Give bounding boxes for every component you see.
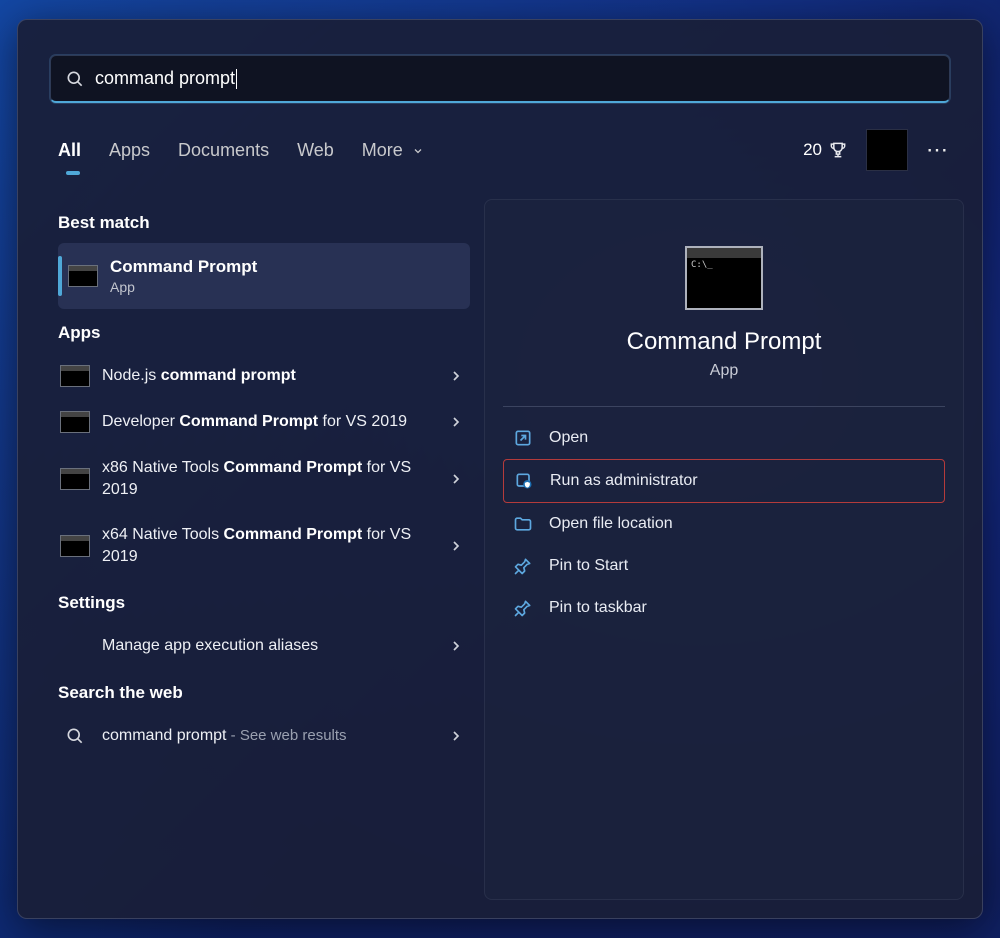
points-value: 20 — [803, 140, 822, 160]
search-icon — [60, 726, 90, 746]
chevron-right-icon — [448, 538, 464, 554]
tab-documents[interactable]: Documents — [178, 140, 269, 161]
action-run-administrator[interactable]: Run as administrator — [503, 459, 945, 503]
start-search-window: command prompt All Apps Documents Web Mo… — [17, 19, 983, 919]
app-result-label: x64 Native Tools Command Prompt for VS 2… — [102, 524, 448, 567]
cmd-icon — [60, 411, 90, 433]
filter-tabs: All Apps Documents Web More 20 ⋯ — [58, 129, 950, 171]
action-open-file-location[interactable]: Open file location — [503, 503, 945, 545]
app-result[interactable]: x64 Native Tools Command Prompt for VS 2… — [58, 512, 470, 579]
results-panel: Best match Command Prompt App Apps Node.… — [58, 199, 470, 900]
pin-icon — [513, 556, 533, 576]
action-pin-start-label: Pin to Start — [549, 557, 628, 575]
tab-web[interactable]: Web — [297, 140, 334, 161]
best-match-result[interactable]: Command Prompt App — [58, 243, 470, 309]
preview-subtitle: App — [503, 362, 945, 380]
tab-apps[interactable]: Apps — [109, 140, 150, 161]
chevron-down-icon — [412, 145, 424, 157]
shield-admin-icon — [514, 471, 534, 491]
search-query-text: command prompt — [95, 68, 235, 89]
web-result[interactable]: command prompt - See web results — [58, 713, 470, 759]
section-search-web: Search the web — [58, 683, 470, 703]
action-pin-to-taskbar[interactable]: Pin to taskbar — [503, 587, 945, 629]
chevron-right-icon — [448, 728, 464, 744]
open-icon — [513, 428, 533, 448]
web-result-label: command prompt - See web results — [102, 725, 448, 747]
cmd-icon — [60, 468, 90, 490]
overflow-menu-icon[interactable]: ⋯ — [926, 137, 950, 163]
section-apps: Apps — [58, 323, 470, 343]
trophy-icon — [828, 140, 848, 160]
best-match-subtitle: App — [110, 279, 257, 295]
app-result[interactable]: Developer Command Prompt for VS 2019 — [58, 399, 470, 445]
pin-icon — [513, 598, 533, 618]
section-settings: Settings — [58, 593, 470, 613]
cmd-large-icon — [685, 246, 763, 310]
chevron-right-icon — [448, 471, 464, 487]
action-open-label: Open — [549, 429, 588, 447]
tab-all[interactable]: All — [58, 140, 81, 161]
app-result-label: x86 Native Tools Command Prompt for VS 2… — [102, 457, 448, 500]
chevron-right-icon — [448, 638, 464, 654]
rewards-points[interactable]: 20 — [803, 140, 848, 160]
preview-panel: Command Prompt App Open Run as administr… — [484, 199, 964, 900]
app-result-label: Node.js command prompt — [102, 365, 448, 387]
best-match-title: Command Prompt — [110, 257, 257, 277]
app-result[interactable]: x86 Native Tools Command Prompt for VS 2… — [58, 445, 470, 512]
cmd-icon — [60, 365, 90, 387]
chevron-right-icon — [448, 414, 464, 430]
section-best-match: Best match — [58, 213, 470, 233]
app-result-label: Developer Command Prompt for VS 2019 — [102, 411, 448, 433]
chevron-right-icon — [448, 368, 464, 384]
action-pin-taskbar-label: Pin to taskbar — [549, 599, 647, 617]
user-avatar[interactable] — [866, 129, 908, 171]
action-pin-to-start[interactable]: Pin to Start — [503, 545, 945, 587]
divider — [503, 406, 945, 407]
tab-more-label: More — [362, 140, 403, 160]
action-run-admin-label: Run as administrator — [550, 472, 698, 490]
action-open[interactable]: Open — [503, 417, 945, 459]
cmd-icon — [68, 265, 98, 287]
folder-icon — [513, 514, 533, 534]
search-icon — [65, 69, 85, 89]
app-result[interactable]: Node.js command prompt — [58, 353, 470, 399]
preview-title: Command Prompt — [503, 328, 945, 356]
search-input[interactable]: command prompt — [50, 55, 950, 103]
text-cursor — [236, 69, 237, 89]
settings-result-label: Manage app execution aliases — [102, 635, 448, 657]
cmd-icon — [60, 535, 90, 557]
tab-more[interactable]: More — [362, 140, 424, 161]
action-open-location-label: Open file location — [549, 515, 673, 533]
settings-result[interactable]: Manage app execution aliases — [58, 623, 470, 669]
